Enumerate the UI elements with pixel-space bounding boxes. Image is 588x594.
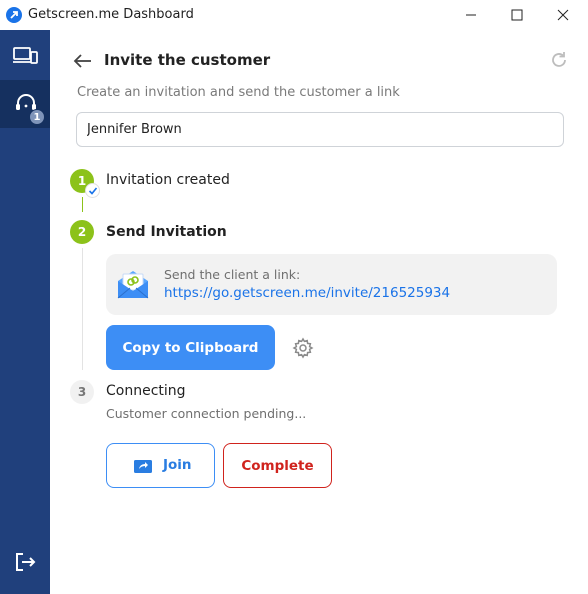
close-icon bbox=[557, 9, 569, 21]
notification-badge: 1 bbox=[29, 109, 45, 125]
app-logo-icon bbox=[6, 7, 22, 23]
check-icon bbox=[85, 183, 100, 198]
maximize-button[interactable] bbox=[494, 0, 540, 30]
gear-icon bbox=[292, 337, 314, 359]
devices-icon bbox=[13, 47, 38, 64]
logout-icon bbox=[16, 553, 36, 571]
back-button[interactable] bbox=[72, 50, 94, 72]
sidebar-item-support[interactable]: 1 bbox=[0, 80, 50, 128]
step-1-label: Invitation created bbox=[106, 172, 230, 188]
maximize-icon bbox=[511, 9, 523, 21]
step-3-label: Connecting bbox=[106, 383, 186, 399]
page-subtitle: Create an invitation and send the custom… bbox=[77, 85, 400, 100]
step-connector bbox=[82, 197, 83, 212]
join-button[interactable]: Join bbox=[106, 443, 215, 488]
refresh-icon bbox=[552, 52, 566, 67]
minimize-icon bbox=[466, 14, 476, 16]
screen-share-icon bbox=[134, 460, 152, 473]
sidebar: 1 bbox=[0, 30, 50, 594]
copy-to-clipboard-button[interactable]: Copy to Clipboard bbox=[106, 325, 275, 370]
complete-button[interactable]: Complete bbox=[223, 443, 332, 488]
title-bar: Getscreen.me Dashboard bbox=[0, 0, 588, 30]
invitation-link-card: Send the client a link: https://go.getsc… bbox=[106, 254, 557, 315]
connection-status: Customer connection pending... bbox=[106, 406, 307, 421]
sidebar-item-logout[interactable] bbox=[0, 538, 50, 586]
step-connector bbox=[82, 248, 83, 370]
customer-name-input[interactable] bbox=[76, 112, 564, 147]
sidebar-item-devices[interactable] bbox=[0, 32, 50, 80]
refresh-button[interactable] bbox=[549, 50, 569, 70]
arrow-left-icon bbox=[73, 54, 91, 68]
window-title: Getscreen.me Dashboard bbox=[28, 7, 194, 22]
link-settings-button[interactable] bbox=[292, 337, 314, 359]
step-2-label: Send Invitation bbox=[106, 224, 227, 240]
page-title: Invite the customer bbox=[104, 51, 271, 69]
minimize-button[interactable] bbox=[448, 0, 494, 30]
invitation-link[interactable]: https://go.getscreen.me/invite/216525934 bbox=[164, 285, 450, 301]
link-caption: Send the client a link: bbox=[164, 267, 301, 282]
step-2-number: 2 bbox=[70, 220, 94, 244]
close-button[interactable] bbox=[540, 0, 586, 30]
envelope-link-icon bbox=[117, 271, 149, 299]
step-3-number: 3 bbox=[70, 380, 94, 404]
join-label: Join bbox=[163, 457, 192, 473]
